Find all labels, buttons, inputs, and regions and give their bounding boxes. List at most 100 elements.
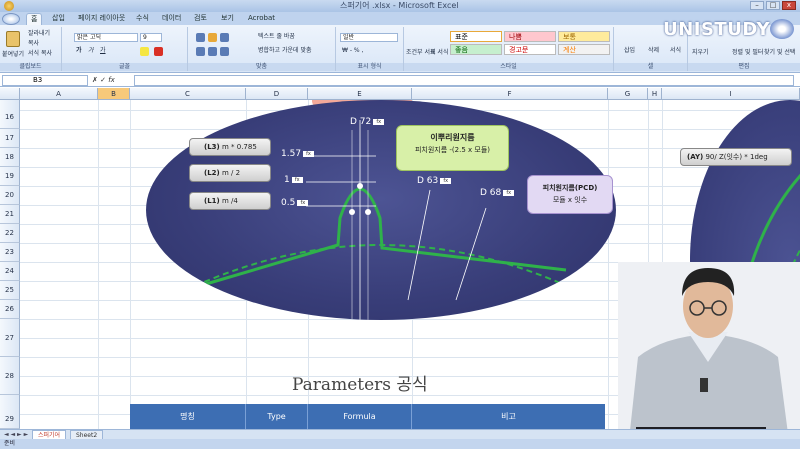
name-box[interactable]: B3 bbox=[2, 75, 88, 86]
font-name-combo[interactable]: 맑은 고딕 bbox=[74, 33, 138, 42]
fill-color-icon[interactable] bbox=[140, 47, 149, 56]
dim-l3-value: 1.57 fx bbox=[281, 149, 315, 159]
column-header-g[interactable]: G bbox=[608, 88, 648, 100]
row-header-16[interactable]: 16 bbox=[0, 100, 20, 129]
row-header-20[interactable]: 20 bbox=[0, 186, 20, 205]
row-header-17[interactable]: 17 bbox=[0, 129, 20, 148]
column-header-f[interactable]: F bbox=[412, 88, 608, 100]
tab-insert[interactable]: 삽입 bbox=[48, 13, 69, 24]
row-header-23[interactable]: 23 bbox=[0, 243, 20, 262]
parameters-title: Parameters 공식 bbox=[292, 375, 428, 395]
tab-view[interactable]: 보기 bbox=[217, 13, 238, 24]
row-header-18[interactable]: 18 bbox=[0, 148, 20, 167]
row-header-29[interactable]: 29 bbox=[0, 395, 20, 429]
row-header-22[interactable]: 22 bbox=[0, 224, 20, 243]
font-size-combo[interactable]: 9 bbox=[140, 33, 162, 42]
align-center-icon[interactable] bbox=[208, 47, 217, 56]
paste-button[interactable]: 붙여넣기 bbox=[2, 51, 24, 59]
dim-l1-value: 0.5 fx bbox=[281, 198, 309, 208]
fx-icon[interactable]: ✗ ✓ fx bbox=[92, 75, 132, 86]
close-button[interactable]: x bbox=[782, 1, 796, 10]
unistudy-logo-mark-icon bbox=[770, 19, 794, 39]
font-group-label: 글꼴 bbox=[62, 63, 187, 71]
style-good[interactable]: 좋음 bbox=[450, 44, 502, 55]
italic-button[interactable]: 가 bbox=[88, 47, 94, 55]
d63-label: D 63 fx bbox=[417, 176, 452, 186]
office-button[interactable] bbox=[2, 13, 20, 25]
tab-home[interactable]: 홈 bbox=[26, 13, 43, 25]
table-format-button[interactable]: 표 서식 bbox=[430, 49, 448, 57]
minimize-button[interactable]: – bbox=[750, 1, 764, 10]
style-normal[interactable]: 표준 bbox=[450, 31, 502, 42]
align-middle-icon[interactable] bbox=[208, 33, 217, 42]
d72-label: D 72 fx bbox=[350, 117, 385, 127]
tab-acrobat[interactable]: Acrobat bbox=[244, 13, 279, 24]
pcd-title: 피치원지름(PCD) bbox=[542, 184, 598, 192]
row-header-19[interactable]: 19 bbox=[0, 167, 20, 186]
clear-button[interactable]: 지우기 bbox=[692, 49, 709, 57]
tab-data[interactable]: 데이터 bbox=[158, 13, 185, 24]
d68-leader bbox=[455, 207, 487, 301]
column-header-b[interactable]: B bbox=[98, 88, 130, 100]
header-formula: Formula bbox=[308, 404, 412, 429]
align-bottom-icon[interactable] bbox=[220, 33, 229, 42]
style-neutral[interactable]: 보통 bbox=[558, 31, 610, 42]
dim-point bbox=[365, 209, 371, 215]
tab-formulas[interactable]: 수식 bbox=[132, 13, 153, 24]
column-header-a[interactable]: A bbox=[20, 88, 98, 100]
sort-filter-button[interactable]: 정렬 및 필터 bbox=[732, 49, 763, 57]
row-header-26[interactable]: 26 bbox=[0, 300, 20, 319]
copy-button[interactable]: 복사 bbox=[28, 40, 39, 48]
delete-cells-button[interactable]: 삭제 bbox=[648, 47, 659, 55]
align-right-icon[interactable] bbox=[220, 47, 229, 56]
title-bar: 스퍼기어 .xlsx - Microsoft Excel – □ x bbox=[0, 0, 800, 12]
align-top-icon[interactable] bbox=[196, 33, 205, 42]
status-bar: 준비 bbox=[0, 439, 800, 449]
formula-input[interactable] bbox=[134, 75, 794, 86]
format-cells-button[interactable]: 서식 bbox=[670, 47, 681, 55]
column-header-c[interactable]: C bbox=[130, 88, 246, 100]
window-controls: – □ x bbox=[750, 1, 796, 10]
column-header-h[interactable]: H bbox=[648, 88, 662, 100]
underline-button[interactable]: 가 bbox=[100, 47, 106, 55]
find-select-button[interactable]: 찾기 및 선택 bbox=[764, 49, 795, 57]
paste-icon[interactable] bbox=[6, 31, 20, 47]
maximize-button[interactable]: □ bbox=[766, 1, 780, 10]
style-calculation[interactable]: 계산 bbox=[558, 44, 610, 55]
column-header-i[interactable]: I bbox=[662, 88, 800, 100]
dim-point bbox=[357, 183, 363, 189]
insert-cells-button[interactable]: 삽입 bbox=[624, 47, 635, 55]
header-type: Type bbox=[246, 404, 308, 429]
font-group: 맑은 고딕 9 가 가 가 글꼴 bbox=[62, 27, 188, 71]
currency-button[interactable]: ₩ - % , bbox=[342, 47, 363, 55]
dim-point bbox=[349, 209, 355, 215]
merge-center-button[interactable]: 병합하고 가운데 맞춤 bbox=[258, 47, 312, 55]
font-color-icon[interactable] bbox=[154, 47, 163, 56]
format-painter-button[interactable]: 서식 복사 bbox=[28, 50, 52, 58]
row-header-24[interactable]: 24 bbox=[0, 262, 20, 281]
alignment-group: 텍스트 줄 바꿈 병합하고 가운데 맞춤 맞춤 bbox=[188, 27, 336, 71]
cut-button[interactable]: 잘라내기 bbox=[28, 30, 50, 38]
wrap-text-button[interactable]: 텍스트 줄 바꿈 bbox=[258, 33, 295, 41]
office-orb-icon[interactable] bbox=[4, 1, 14, 11]
unistudy-logo: UNISTUDY bbox=[663, 19, 770, 40]
align-left-icon[interactable] bbox=[196, 47, 205, 56]
header-note: 비고 bbox=[501, 412, 516, 421]
row-header-25[interactable]: 25 bbox=[0, 281, 20, 300]
column-header-d[interactable]: D bbox=[246, 88, 308, 100]
number-group-label: 표시 형식 bbox=[336, 63, 403, 71]
sheet-nav-arrows-icon[interactable]: ◄ ◄ ► ► bbox=[4, 431, 28, 439]
tab-page-layout[interactable]: 페이지 레이아웃 bbox=[74, 13, 129, 24]
select-all-corner[interactable] bbox=[0, 88, 20, 100]
parameters-table-header: 명칭 Type Formula 비고 bbox=[130, 404, 605, 429]
row-header-27[interactable]: 27 bbox=[0, 319, 20, 357]
column-header-e[interactable]: E bbox=[308, 88, 412, 100]
row-header-28[interactable]: 28 bbox=[0, 357, 20, 395]
bold-button[interactable]: 가 bbox=[76, 47, 82, 55]
row-header-21[interactable]: 21 bbox=[0, 205, 20, 224]
tab-review[interactable]: 검토 bbox=[190, 13, 211, 24]
style-warning[interactable]: 경고문 bbox=[504, 44, 556, 55]
number-format-combo[interactable]: 일반 bbox=[340, 33, 398, 42]
presenter-webcam bbox=[618, 262, 800, 449]
style-bad[interactable]: 나쁨 bbox=[504, 31, 556, 42]
